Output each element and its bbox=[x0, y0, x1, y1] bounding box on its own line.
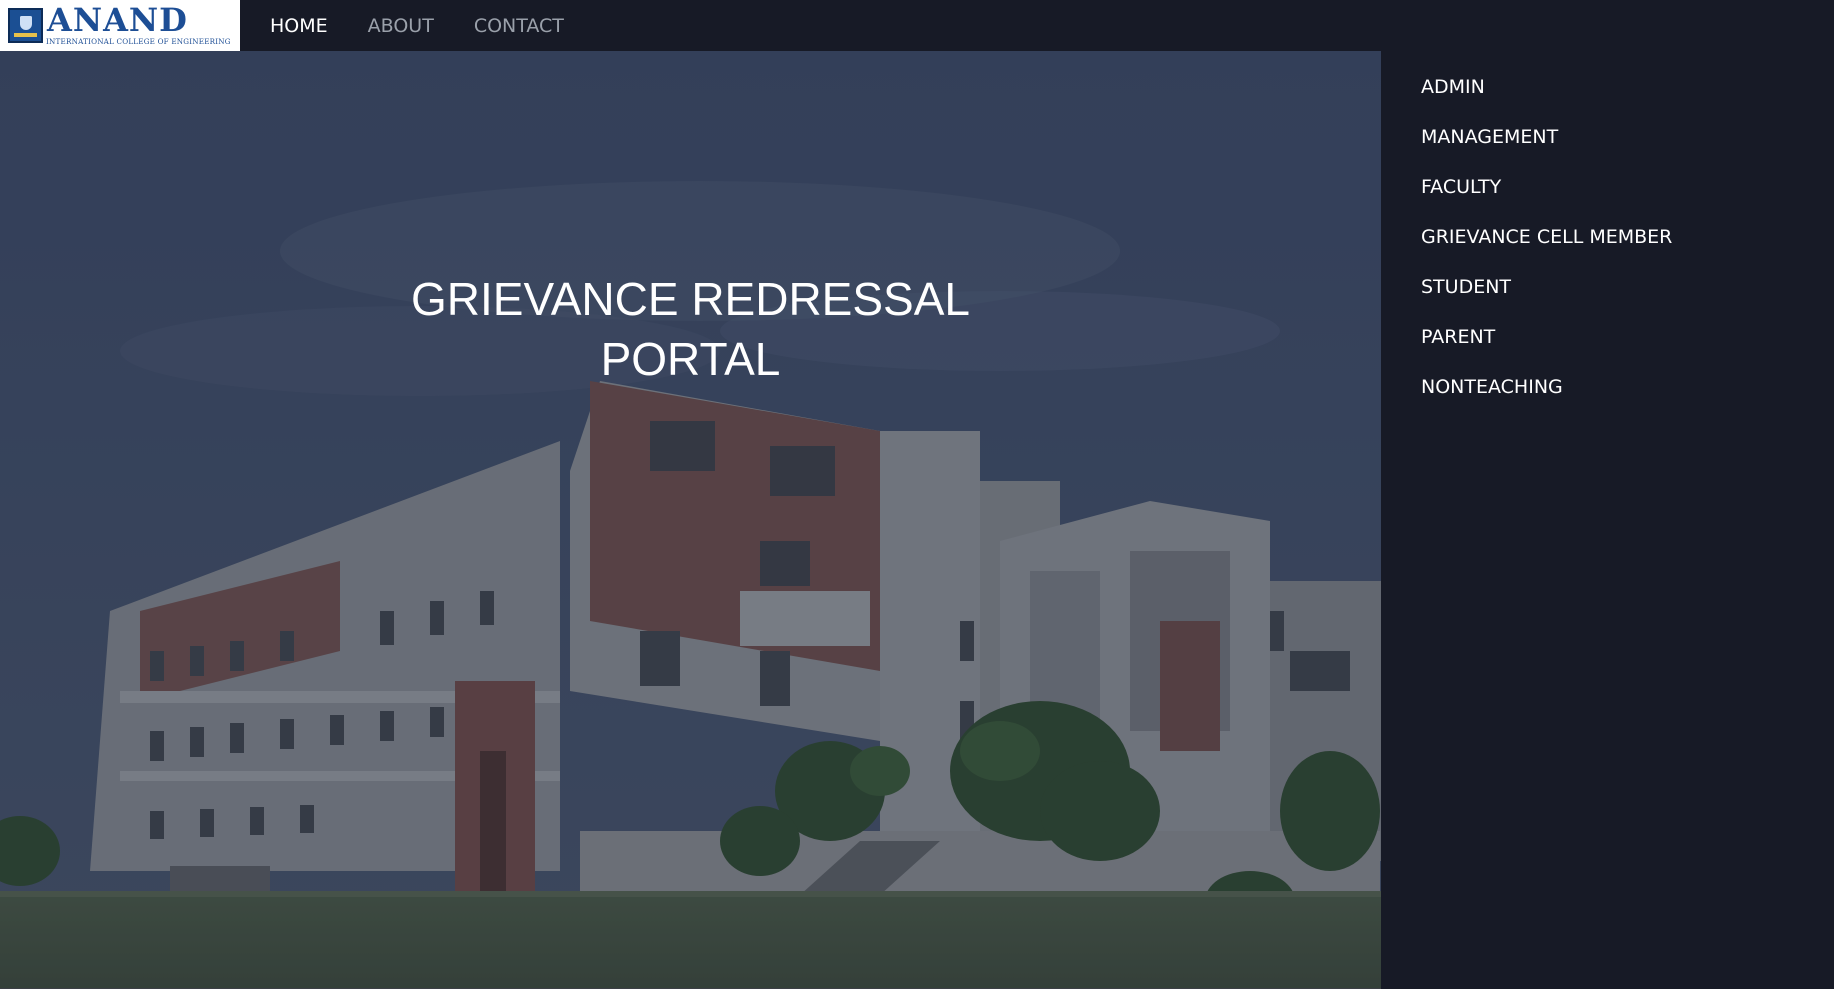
menu-item-parent[interactable]: PARENT bbox=[1421, 326, 1495, 348]
college-crest-icon bbox=[8, 8, 43, 43]
nav-links: HOME ABOUT CONTACT bbox=[270, 0, 604, 51]
hero-banner: GRIEVANCE REDRESSAL PORTAL bbox=[0, 51, 1381, 989]
campus-building-image bbox=[0, 51, 1381, 989]
login-role-menu: ADMIN MANAGEMENT FACULTY GRIEVANCE CELL … bbox=[1381, 51, 1834, 989]
title-line-1: GRIEVANCE REDRESSAL bbox=[411, 273, 970, 325]
title-line-2: PORTAL bbox=[600, 333, 781, 385]
college-logo[interactable]: ANAND INTERNATIONAL COLLEGE OF ENGINEERI… bbox=[0, 0, 240, 51]
menu-item-admin[interactable]: ADMIN bbox=[1421, 76, 1485, 98]
menu-item-faculty[interactable]: FACULTY bbox=[1421, 176, 1501, 198]
logo-subtitle: INTERNATIONAL COLLEGE OF ENGINEERING bbox=[46, 37, 231, 46]
nav-about-link[interactable]: ABOUT bbox=[368, 15, 434, 37]
menu-item-management[interactable]: MANAGEMENT bbox=[1421, 126, 1558, 148]
nav-home-link[interactable]: HOME bbox=[270, 15, 328, 37]
top-navbar: ANAND INTERNATIONAL COLLEGE OF ENGINEERI… bbox=[0, 0, 1834, 51]
menu-item-student[interactable]: STUDENT bbox=[1421, 276, 1511, 298]
menu-item-grievance-cell-member[interactable]: GRIEVANCE CELL MEMBER bbox=[1421, 226, 1672, 248]
nav-contact-link[interactable]: CONTACT bbox=[474, 15, 564, 37]
page-title: GRIEVANCE REDRESSAL PORTAL bbox=[0, 269, 1381, 389]
menu-item-nonteaching[interactable]: NONTEACHING bbox=[1421, 376, 1563, 398]
logo-name: ANAND bbox=[47, 1, 188, 39]
